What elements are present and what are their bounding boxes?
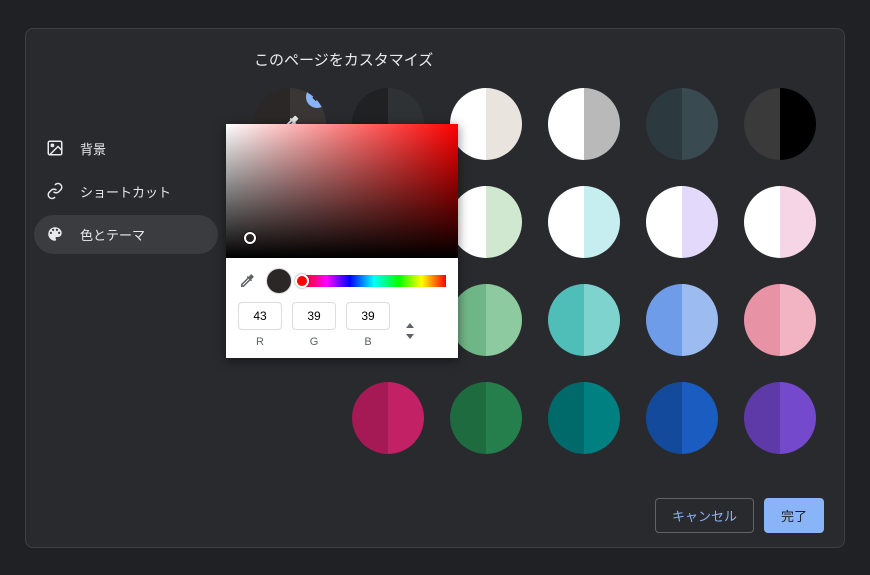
palette-icon [46,225,64,243]
color-swatch[interactable] [646,284,718,356]
current-color-preview [266,268,292,294]
done-button[interactable]: 完了 [764,498,824,533]
color-swatch[interactable] [450,88,522,160]
color-swatch[interactable] [646,382,718,454]
color-swatch[interactable] [744,186,816,258]
hue-slider[interactable] [302,275,446,287]
sidebar-item-background[interactable]: 背景 [34,129,218,168]
color-swatch[interactable] [646,88,718,160]
g-label: G [310,336,319,348]
hue-knob[interactable] [295,274,309,288]
sidebar-item-shortcuts[interactable]: ショートカット [34,172,218,211]
sv-cursor[interactable] [244,232,256,244]
color-picker: R G B [226,124,458,358]
page-title: このページをカスタマイズ [254,49,816,70]
sidebar-item-color-theme[interactable]: 色とテーマ [34,215,218,254]
r-input[interactable] [238,302,282,330]
color-swatch[interactable] [646,186,718,258]
image-icon [46,139,64,157]
sidebar-item-label: 色とテーマ [80,225,145,244]
dialog-footer: キャンセル 完了 [26,484,844,547]
sidebar-item-label: 背景 [80,139,106,158]
b-label: B [364,336,371,348]
saturation-value-area[interactable] [226,124,458,258]
sidebar: 背景 ショートカット 色とテーマ [26,29,226,484]
color-swatch[interactable] [744,88,816,160]
color-swatch[interactable] [744,284,816,356]
customize-dialog: 背景 ショートカット 色とテーマ このページをカスタマイズ [25,28,845,548]
color-swatch[interactable] [450,186,522,258]
color-swatch[interactable] [548,186,620,258]
color-swatch[interactable] [548,88,620,160]
color-mode-toggle[interactable] [400,319,420,346]
color-swatch[interactable] [450,284,522,356]
g-input[interactable] [292,302,336,330]
color-swatch[interactable] [744,382,816,454]
cancel-button[interactable]: キャンセル [655,498,754,533]
color-swatch[interactable] [548,284,620,356]
color-swatch[interactable] [352,382,424,454]
sidebar-item-label: ショートカット [80,182,171,201]
main-panel: このページをカスタマイズ [226,29,844,484]
b-input[interactable] [346,302,390,330]
link-icon [46,182,64,200]
eyedropper-button[interactable] [238,272,256,290]
color-swatch[interactable] [450,382,522,454]
r-label: R [256,336,264,348]
color-swatch[interactable] [548,382,620,454]
